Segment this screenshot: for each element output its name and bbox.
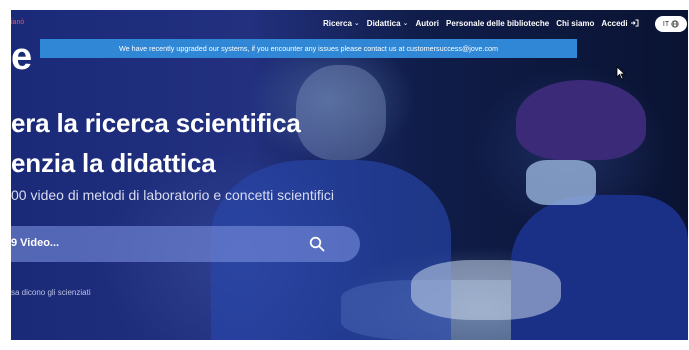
- nav-item-label: Chi siamo: [556, 18, 595, 28]
- language-selector[interactable]: IT: [655, 16, 687, 32]
- nav-item-label: Personale delle biblioteche: [446, 18, 550, 28]
- gloved-hands: [411, 260, 561, 320]
- announcement-banner: We have recently upgraded our systems, i…: [40, 39, 577, 58]
- globe-icon: [671, 20, 679, 28]
- nav-item-didattica[interactable]: Didattica ⌄: [367, 19, 409, 28]
- nav-item-label: Ricerca: [323, 18, 352, 28]
- chevron-down-icon: ⌄: [402, 20, 409, 27]
- nav-item-chi-siamo[interactable]: Chi siamo: [556, 19, 594, 28]
- top-navigation: ianò Ricerca ⌄ Didattica ⌄ Autori Person…: [11, 10, 688, 36]
- login-button[interactable]: Accedi: [601, 18, 639, 28]
- surgical-cap: [516, 80, 646, 160]
- hero-subheadline: 00 video di metodi di laboratorio e conc…: [11, 187, 334, 203]
- surgical-mask: [526, 160, 596, 205]
- mouse-cursor-icon: [616, 66, 626, 80]
- browser-viewport: ianò Ricerca ⌄ Didattica ⌄ Autori Person…: [11, 10, 688, 340]
- banner-text: We have recently upgraded our systems, i…: [118, 44, 499, 53]
- search-bar[interactable]: 9 Video...: [11, 226, 360, 262]
- chevron-down-icon: ⌄: [353, 20, 360, 27]
- testimonials-link[interactable]: sa dicono gli scienziati: [11, 288, 91, 297]
- nav-item-biblioteche[interactable]: Personale delle biblioteche: [446, 19, 549, 28]
- nav-item-label: Accedi: [601, 18, 628, 28]
- login-icon: [630, 19, 639, 27]
- logo-tagline: ianò: [11, 19, 25, 26]
- surgeon-left-head: [296, 65, 386, 160]
- language-code: IT: [662, 20, 670, 28]
- nav-item-ricerca[interactable]: Ricerca ⌄: [323, 19, 360, 28]
- nav-item-label: Didattica: [366, 18, 401, 28]
- nav-links: Ricerca ⌄ Didattica ⌄ Autori Personale d…: [323, 10, 639, 36]
- search-input[interactable]: 9 Video...: [11, 237, 59, 249]
- nav-item-label: Autori: [415, 18, 440, 28]
- hero-headline-line2: enzia la didattica: [11, 148, 216, 178]
- search-icon[interactable]: [309, 236, 325, 252]
- nav-item-autori[interactable]: Autori: [415, 19, 439, 28]
- hero-headline-line1: era la ricerca scientifica: [11, 108, 301, 138]
- logo[interactable]: e: [11, 38, 32, 76]
